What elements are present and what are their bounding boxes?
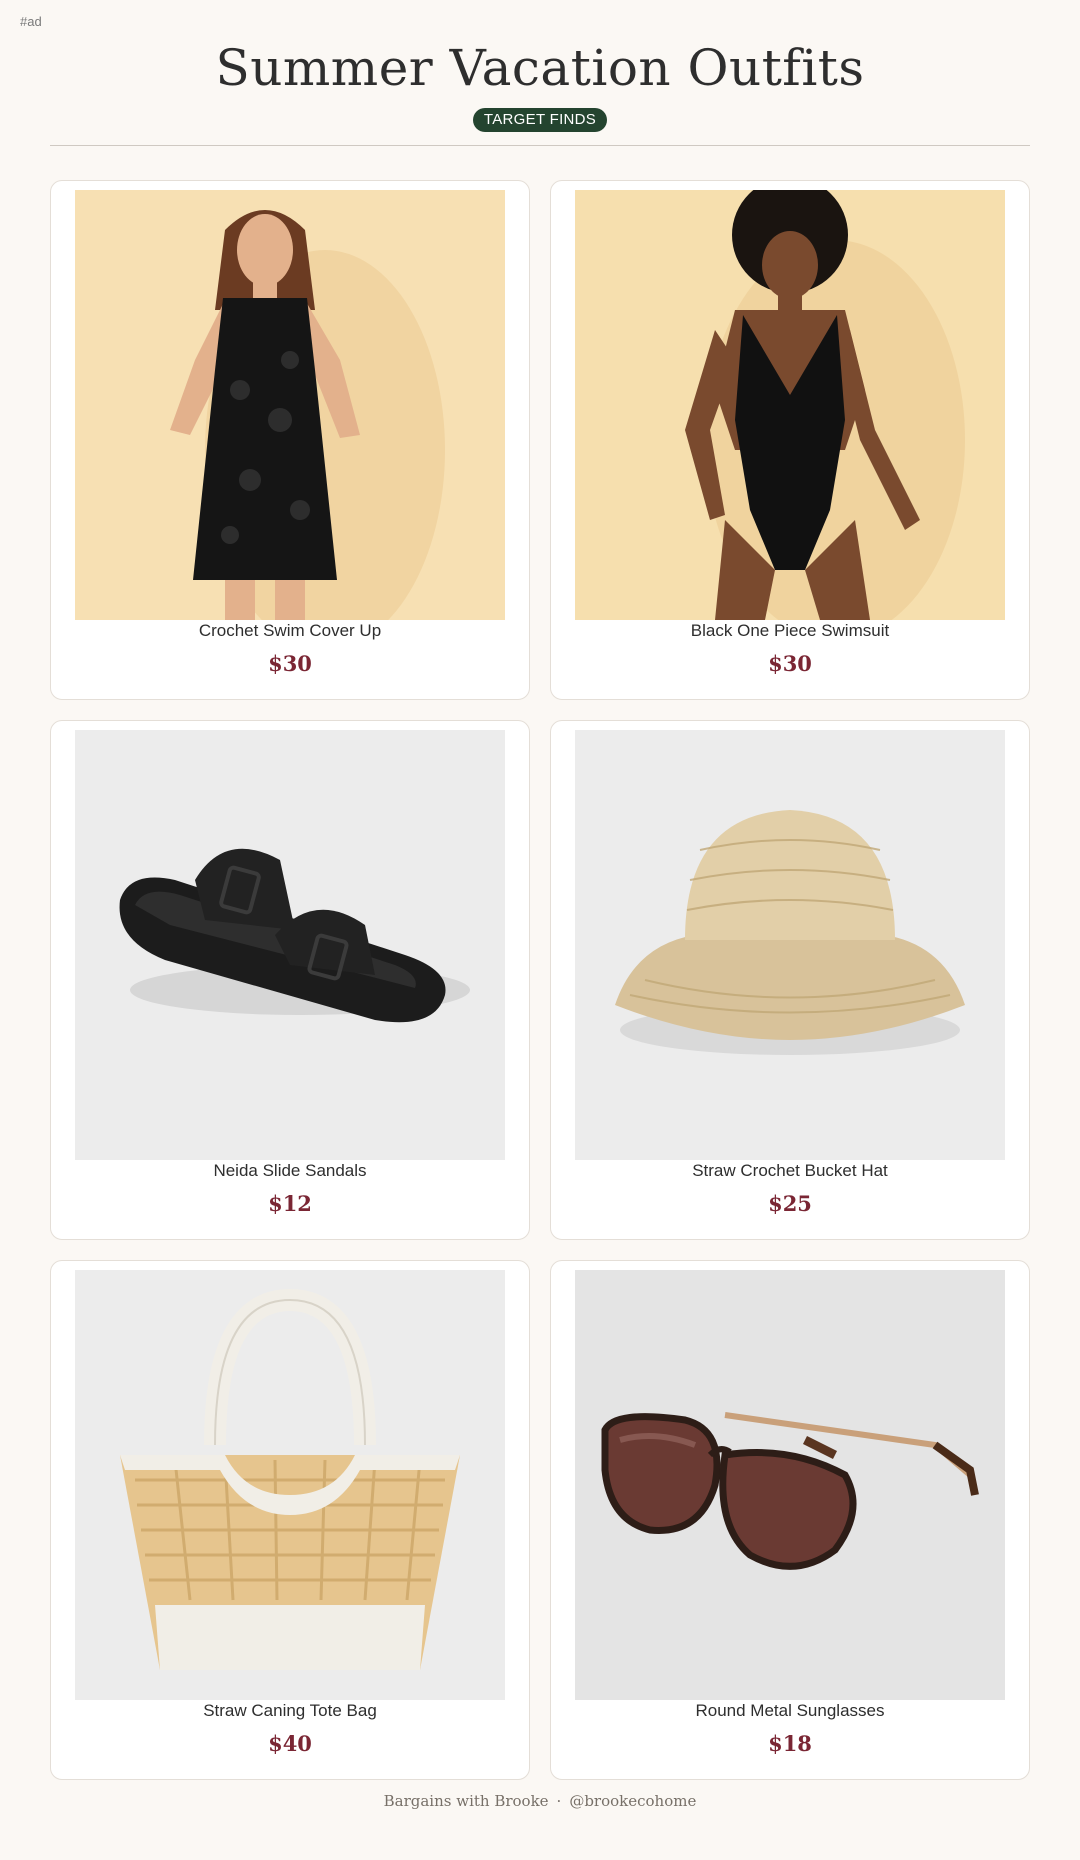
product-name[interactable]: Straw Crochet Bucket Hat: [551, 1161, 1029, 1181]
slide-sandals-photo[interactable]: [75, 730, 505, 1160]
source-badge: TARGET FINDS: [472, 108, 608, 132]
product-price: $12: [268, 1191, 312, 1216]
product-price: $30: [268, 651, 312, 676]
author-handle[interactable]: @brookecohome: [569, 1792, 696, 1810]
product-price: $25: [768, 1191, 812, 1216]
ad-tag: #ad: [20, 14, 42, 29]
product-name[interactable]: Black One Piece Swimsuit: [551, 621, 1029, 641]
product-grid: Crochet Swim Cover Up $30 Black One Piec…: [50, 180, 1030, 1780]
footer-separator: ·: [556, 1792, 562, 1810]
product-card[interactable]: Straw Crochet Bucket Hat $25: [550, 720, 1030, 1240]
product-name[interactable]: Round Metal Sunglasses: [551, 1701, 1029, 1721]
product-card[interactable]: Straw Caning Tote Bag $40: [50, 1260, 530, 1780]
divider: [50, 145, 1030, 146]
product-name[interactable]: Straw Caning Tote Bag: [51, 1701, 529, 1721]
bucket-hat-photo[interactable]: [575, 730, 1005, 1160]
crochet-cover-up-photo[interactable]: [75, 190, 505, 620]
product-price: $18: [768, 1731, 812, 1756]
page-title: Summer Vacation Outfits: [215, 39, 865, 97]
sunglasses-photo[interactable]: [575, 1270, 1005, 1700]
product-card[interactable]: Black One Piece Swimsuit $30: [550, 180, 1030, 700]
one-piece-swimsuit-photo[interactable]: [575, 190, 1005, 620]
product-card[interactable]: Neida Slide Sandals $12: [50, 720, 530, 1240]
product-name[interactable]: Crochet Swim Cover Up: [51, 621, 529, 641]
product-card[interactable]: Crochet Swim Cover Up $30: [50, 180, 530, 700]
footer: Bargains with Brooke · @brookecohome: [0, 1792, 1080, 1810]
header: Summer Vacation Outfits TARGET FINDS: [0, 36, 1080, 132]
product-price: $40: [268, 1731, 312, 1756]
product-name[interactable]: Neida Slide Sandals: [51, 1161, 529, 1181]
product-price: $30: [768, 651, 812, 676]
tote-bag-photo[interactable]: [75, 1270, 505, 1700]
product-card[interactable]: Round Metal Sunglasses $18: [550, 1260, 1030, 1780]
author-name: Bargains with Brooke: [383, 1792, 549, 1810]
